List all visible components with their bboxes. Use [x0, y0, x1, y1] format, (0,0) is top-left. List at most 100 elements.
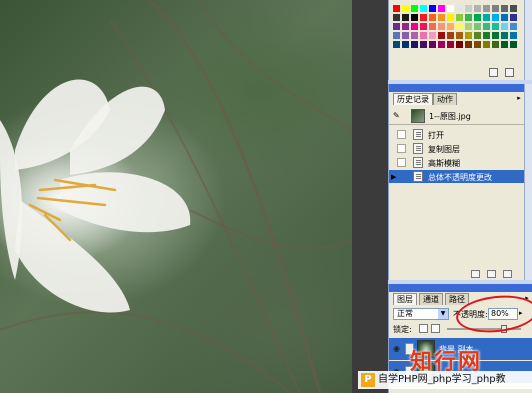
swatch[interactable] — [500, 13, 509, 22]
swatch[interactable] — [491, 40, 500, 49]
swatch[interactable] — [392, 31, 401, 40]
swatch[interactable] — [509, 13, 518, 22]
swatch[interactable] — [419, 40, 428, 49]
swatch[interactable] — [500, 22, 509, 31]
swatch[interactable] — [482, 31, 491, 40]
tab-layers[interactable]: 图层 — [393, 293, 417, 305]
swatch[interactable] — [491, 31, 500, 40]
swatch[interactable] — [410, 22, 419, 31]
swatch[interactable] — [401, 40, 410, 49]
swatch[interactable] — [482, 4, 491, 13]
swatch[interactable] — [437, 13, 446, 22]
swatch[interactable] — [446, 13, 455, 22]
blend-mode-select[interactable]: 正常 ▼ — [393, 308, 449, 320]
swatch[interactable] — [392, 40, 401, 49]
history-brush-icon[interactable]: ✎ — [393, 111, 403, 121]
swatch[interactable] — [482, 22, 491, 31]
history-state-marker-icon[interactable]: ▶ — [391, 173, 396, 181]
history-step[interactable]: 复制图层 — [389, 142, 525, 155]
swatch[interactable] — [491, 22, 500, 31]
swatch[interactable] — [482, 13, 491, 22]
history-titlebar[interactable] — [389, 84, 532, 92]
swatch[interactable] — [410, 40, 419, 49]
swatch[interactable] — [482, 40, 491, 49]
history-step[interactable]: ▶ 总体不透明度更改 — [389, 170, 525, 183]
swatch[interactable] — [410, 13, 419, 22]
swatch[interactable] — [392, 22, 401, 31]
history-step[interactable]: 打开 — [389, 128, 525, 141]
swatch[interactable] — [419, 31, 428, 40]
swatch[interactable] — [464, 31, 473, 40]
swatch-grid[interactable] — [392, 4, 520, 62]
swatch[interactable] — [446, 4, 455, 13]
history-scrollbar[interactable] — [524, 84, 532, 280]
swatch[interactable] — [410, 31, 419, 40]
swatch[interactable] — [428, 40, 437, 49]
swatch[interactable] — [455, 4, 464, 13]
swatch[interactable] — [401, 4, 410, 13]
swatch[interactable] — [419, 4, 428, 13]
swatch[interactable] — [455, 40, 464, 49]
swatch[interactable] — [419, 22, 428, 31]
swatch[interactable] — [437, 31, 446, 40]
swatch[interactable] — [437, 40, 446, 49]
swatch[interactable] — [500, 4, 509, 13]
lock-transparency-icon[interactable] — [419, 324, 428, 333]
tab-paths[interactable]: 路径 — [445, 293, 469, 305]
swatch[interactable] — [491, 13, 500, 22]
swatch[interactable] — [428, 31, 437, 40]
new-swatch-icon[interactable] — [489, 68, 498, 77]
image-canvas[interactable] — [0, 0, 352, 393]
swatch[interactable] — [464, 40, 473, 49]
eye-icon[interactable]: ◉ — [393, 344, 403, 354]
swatch[interactable] — [401, 22, 410, 31]
swatch[interactable] — [509, 31, 518, 40]
swatch[interactable] — [473, 31, 482, 40]
swatch[interactable] — [401, 31, 410, 40]
tab-history[interactable]: 历史记录 — [393, 93, 433, 105]
history-source-checkbox[interactable] — [397, 144, 406, 153]
swatch[interactable] — [500, 31, 509, 40]
swatch[interactable] — [455, 13, 464, 22]
swatch[interactable] — [455, 22, 464, 31]
camera-icon[interactable] — [487, 270, 496, 278]
swatch[interactable] — [491, 4, 500, 13]
swatch[interactable] — [455, 31, 464, 40]
swatch[interactable] — [509, 40, 518, 49]
swatch[interactable] — [509, 22, 518, 31]
swatch[interactable] — [410, 4, 419, 13]
swatch[interactable] — [500, 40, 509, 49]
panel-menu-arrow-icon[interactable]: ▸ — [515, 94, 523, 102]
layers-titlebar[interactable] — [389, 284, 532, 292]
swatch[interactable] — [437, 4, 446, 13]
swatch[interactable] — [392, 4, 401, 13]
swatch[interactable] — [428, 22, 437, 31]
swatch[interactable] — [437, 22, 446, 31]
swatch[interactable] — [446, 31, 455, 40]
swatch[interactable] — [473, 40, 482, 49]
trash-icon[interactable] — [505, 68, 514, 77]
swatch[interactable] — [446, 40, 455, 49]
swatch[interactable] — [473, 13, 482, 22]
swatch[interactable] — [401, 13, 410, 22]
swatch[interactable] — [473, 4, 482, 13]
history-source-checkbox[interactable] — [397, 158, 406, 167]
swatch[interactable] — [446, 22, 455, 31]
tab-actions[interactable]: 动作 — [433, 93, 457, 105]
swatch[interactable] — [464, 13, 473, 22]
tab-channels[interactable]: 通道 — [419, 293, 443, 305]
swatch[interactable] — [473, 22, 482, 31]
history-snapshot[interactable]: ✎ 1--原图.jpg — [389, 107, 525, 125]
history-step[interactable]: 高斯模糊 — [389, 156, 525, 169]
swatch[interactable] — [392, 13, 401, 22]
swatch[interactable] — [464, 22, 473, 31]
swatch[interactable] — [509, 4, 518, 13]
swatches-scrollbar[interactable] — [524, 0, 532, 80]
lock-brush-icon[interactable] — [431, 324, 440, 333]
swatch[interactable] — [428, 13, 437, 22]
swatch[interactable] — [428, 4, 437, 13]
history-source-checkbox[interactable] — [397, 130, 406, 139]
swatch[interactable] — [419, 13, 428, 22]
swatch[interactable] — [464, 4, 473, 13]
new-document-icon[interactable] — [471, 270, 480, 278]
